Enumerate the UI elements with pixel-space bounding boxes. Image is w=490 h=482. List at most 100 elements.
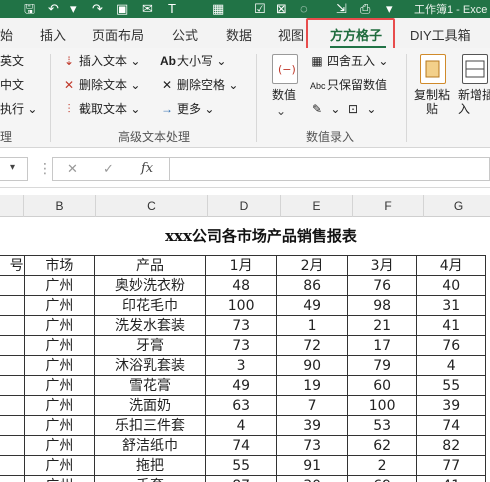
table-cell[interactable]: 76 [416,335,486,356]
tab-diy-toolbox[interactable]: DIY工具箱 [410,25,471,44]
extract-text-button[interactable]: ⫶ 截取文本 ⌄ [62,102,140,116]
table-cell[interactable]: 86 [276,275,348,296]
table-cell[interactable]: 98 [346,295,418,316]
link-icon[interactable]: ⇲ [336,1,347,17]
tab-formulas[interactable]: 公式 [172,25,198,44]
chinese-button[interactable]: 中文 [0,78,24,92]
table-cell[interactable]: 牙膏 [94,335,206,356]
undo-dropdown-icon[interactable]: ▾ [70,1,77,17]
table-cell[interactable]: 2 [346,455,418,476]
header-cell[interactable]: 3月 [346,255,418,276]
table-cell[interactable]: 74 [416,415,486,436]
camera-icon[interactable]: ▣ [116,1,128,17]
table-cell[interactable]: 拖把 [94,455,206,476]
keep-values-button[interactable]: Abc只保留数值 [310,78,387,93]
chart-icon[interactable]: ▦ [212,1,224,17]
table-cell[interactable]: 乐扣三件套 [94,415,206,436]
table-cell[interactable]: 63 [204,395,278,416]
table-cell[interactable]: 73 [204,335,278,356]
more-button[interactable]: → 更多 ⌄ [160,102,214,116]
table-cell[interactable]: 广州 [23,435,96,456]
redo-icon[interactable]: ↷ [92,1,103,17]
header-cell[interactable]: 1月 [204,255,278,276]
header-cell[interactable]: 号 [0,255,25,276]
table-cell[interactable]: 广州 [23,295,96,316]
paste-values-button[interactable]: ⊡ ⌄ [346,102,376,116]
table-cell[interactable] [0,335,25,356]
table-cell[interactable]: 60 [346,375,418,396]
column-header-c[interactable]: C [96,195,208,217]
table-cell[interactable]: 广州 [23,415,96,436]
table-cell[interactable]: 印花毛巾 [94,295,206,316]
table-cell[interactable]: 广州 [23,335,96,356]
table-cell[interactable]: 90 [276,355,348,376]
table-cell[interactable]: 奥妙洗衣粉 [94,275,206,296]
table-cell[interactable]: 77 [416,455,486,476]
table-cell[interactable]: 76 [346,275,418,296]
delete-icon[interactable]: ⊠ [276,1,287,17]
table-cell[interactable]: 广州 [23,355,96,376]
table-cell[interactable] [0,395,25,416]
table-cell[interactable]: 100 [204,295,278,316]
insert-text-button[interactable]: ⇣ 插入文本 ⌄ [62,54,140,68]
table-cell[interactable]: 洗面奶 [94,395,206,416]
number-button[interactable]: 数值 [272,88,296,102]
header-cell[interactable]: 4月 [416,255,486,276]
table-cell[interactable]: 19 [276,375,348,396]
customize-qa-icon[interactable]: ▾ [386,1,393,17]
tab-home[interactable]: 始 [0,25,13,44]
table-cell[interactable] [0,435,25,456]
table-cell[interactable]: 31 [416,295,486,316]
table-cell[interactable]: 53 [346,415,418,436]
table-cell[interactable] [0,275,25,296]
table-cell[interactable]: 69 [346,475,418,482]
column-header-e[interactable]: E [281,195,353,217]
header-cell[interactable]: 2月 [276,255,348,276]
table-cell[interactable]: 舒洁纸巾 [94,435,206,456]
table-cell[interactable]: 87 [204,475,278,482]
table-cell[interactable]: 49 [204,375,278,396]
tab-insert[interactable]: 插入 [40,25,66,44]
table-cell[interactable]: 洗发水套装 [94,315,206,336]
table-cell[interactable]: 广州 [23,275,96,296]
tab-view[interactable]: 视图 [278,25,304,44]
formula-input[interactable] [170,157,490,181]
table-cell[interactable]: 100 [346,395,418,416]
table-cell[interactable]: 40 [416,275,486,296]
table-cell[interactable]: 79 [346,355,418,376]
table-cell[interactable] [0,315,25,336]
table-cell[interactable]: 62 [346,435,418,456]
table-cell[interactable]: 沐浴乳套装 [94,355,206,376]
column-header-d[interactable]: D [208,195,281,217]
table-cell[interactable]: 广州 [23,475,96,482]
insert-function-icon[interactable]: fx [141,161,153,176]
delete-text-button[interactable]: ✕ 删除文本 ⌄ [62,78,140,92]
table-cell[interactable] [0,475,25,482]
tab-data[interactable]: 数据 [226,25,252,44]
table-cell[interactable]: 4 [204,415,278,436]
table-cell[interactable]: 55 [416,375,486,396]
table-cell[interactable]: 广州 [23,455,96,476]
table-cell[interactable]: 41 [416,475,486,482]
copy-paste-button[interactable]: 复制粘 贴 [414,88,450,116]
table-cell[interactable]: 广州 [23,395,96,416]
table-cell[interactable]: 82 [416,435,486,456]
undo-icon[interactable]: ↶ [48,1,59,17]
column-header-b[interactable]: B [24,195,96,217]
table-cell[interactable]: 39 [416,395,486,416]
english-button[interactable]: 英文 [0,54,24,68]
text-icon[interactable]: T [168,1,176,17]
report-title[interactable]: xxx公司各市场产品销售报表 [96,225,426,246]
checkbox-icon[interactable]: ☑ [254,1,266,17]
table-cell[interactable]: 广州 [23,375,96,396]
shape-icon[interactable]: ◌ [300,1,308,17]
table-cell[interactable]: 39 [276,415,348,436]
table-cell[interactable]: 73 [276,435,348,456]
table-cell[interactable]: 17 [346,335,418,356]
round-button[interactable]: ▦ 四舍五入 ⌄ [310,54,388,68]
cancel-icon[interactable]: ✕ [67,161,78,177]
table-cell[interactable]: 雪花膏 [94,375,206,396]
table-cell[interactable]: 1 [276,315,348,336]
column-header-f[interactable]: F [353,195,424,217]
header-cell[interactable]: 市场 [23,255,96,276]
